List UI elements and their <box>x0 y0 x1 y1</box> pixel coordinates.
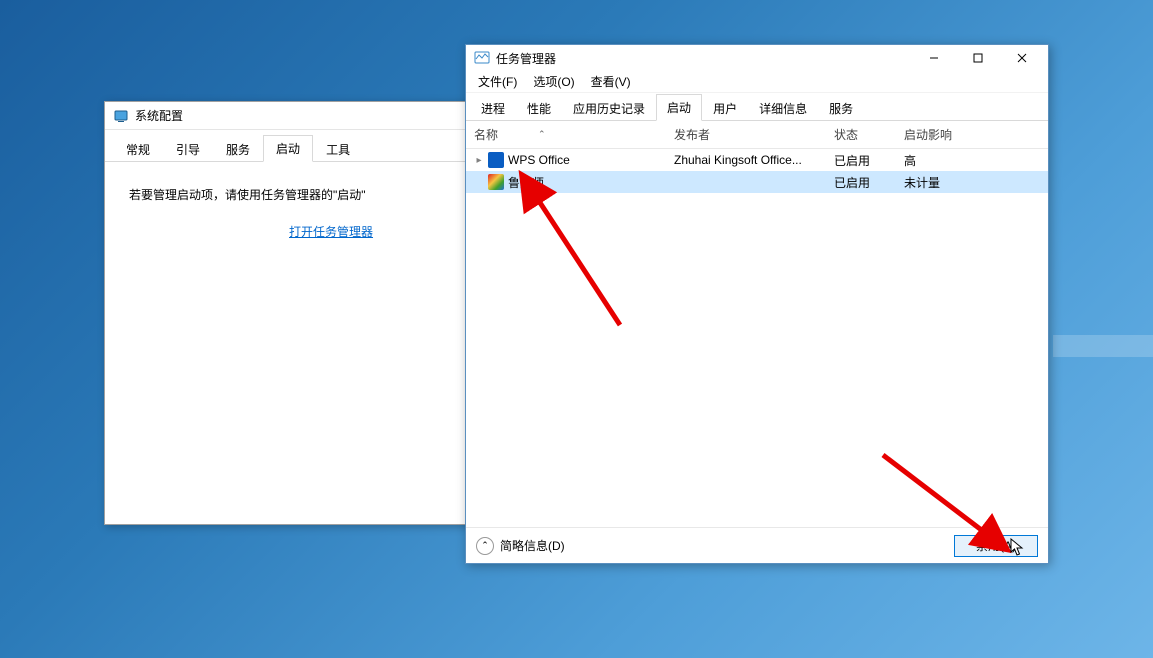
table-row[interactable]: 鲁大师 已启用 未计量 <box>466 171 1048 193</box>
col-impact[interactable]: 启动影响 <box>904 126 1048 143</box>
window-control-buttons <box>912 47 1044 69</box>
startup-grid: 名称 ⌃ 发布者 状态 启动影响 ▸ WPS Office Zhuhai Kin… <box>466 121 1048 527</box>
chevron-up-icon: ⌃ <box>476 537 494 555</box>
tab-general[interactable]: 常规 <box>113 136 163 162</box>
expand-icon[interactable]: ▸ <box>474 155 484 166</box>
cell-name: 鲁大师 <box>474 174 674 191</box>
tab-services[interactable]: 服务 <box>213 136 263 162</box>
disable-button[interactable]: 禁用(A) <box>954 535 1038 557</box>
tab-startup[interactable]: 启动 <box>263 135 313 162</box>
desktop-highlight <box>1053 335 1153 357</box>
col-publisher[interactable]: 发布者 <box>674 126 834 143</box>
syscfg-title: 系统配置 <box>135 107 183 124</box>
tab-performance[interactable]: 性能 <box>516 95 562 121</box>
tab-startup-tm[interactable]: 启动 <box>656 94 702 121</box>
menu-view[interactable]: 查看(V) <box>585 71 637 92</box>
tab-boot[interactable]: 引导 <box>163 136 213 162</box>
tm-footer: ⌃ 简略信息(D) 禁用(A) <box>466 527 1048 563</box>
maximize-button[interactable] <box>956 47 1000 69</box>
cell-impact: 未计量 <box>904 174 1048 191</box>
cell-status: 已启用 <box>834 152 904 169</box>
task-manager-icon <box>474 50 490 66</box>
sort-caret-icon: ⌃ <box>538 129 546 140</box>
tab-tools[interactable]: 工具 <box>313 136 363 162</box>
tm-tabbar: 进程 性能 应用历史记录 启动 用户 详细信息 服务 <box>466 93 1048 121</box>
task-manager-window: 任务管理器 文件(F) 选项(O) 查看(V) 进程 性能 应用历史记录 启动 … <box>465 44 1049 564</box>
tm-menubar: 文件(F) 选项(O) 查看(V) <box>466 71 1048 93</box>
syscfg-icon <box>113 108 129 124</box>
grid-header: 名称 ⌃ 发布者 状态 启动影响 <box>466 121 1048 149</box>
cell-status: 已启用 <box>834 174 904 191</box>
col-name-label: 名称 <box>474 126 498 143</box>
fewer-details-label: 简略信息(D) <box>500 537 565 554</box>
tm-title: 任务管理器 <box>496 50 912 67</box>
cell-impact: 高 <box>904 152 1048 169</box>
minimize-button[interactable] <box>912 47 956 69</box>
tm-titlebar[interactable]: 任务管理器 <box>466 45 1048 71</box>
cell-publisher: Zhuhai Kingsoft Office... <box>674 153 834 167</box>
col-name[interactable]: 名称 ⌃ <box>474 126 674 143</box>
table-row[interactable]: ▸ WPS Office Zhuhai Kingsoft Office... 已… <box>466 149 1048 171</box>
open-task-manager-link[interactable]: 打开任务管理器 <box>289 225 373 239</box>
cell-name: ▸ WPS Office <box>474 152 674 168</box>
tab-services-tm[interactable]: 服务 <box>818 95 864 121</box>
tab-processes[interactable]: 进程 <box>470 95 516 121</box>
tab-users[interactable]: 用户 <box>702 95 748 121</box>
col-status[interactable]: 状态 <box>834 126 904 143</box>
menu-file[interactable]: 文件(F) <box>472 71 523 92</box>
app-name: 鲁大师 <box>508 174 544 191</box>
menu-options[interactable]: 选项(O) <box>527 71 580 92</box>
app-icon-ludashi <box>488 174 504 190</box>
tab-app-history[interactable]: 应用历史记录 <box>562 95 656 121</box>
app-icon-wps <box>488 152 504 168</box>
app-name: WPS Office <box>508 153 570 167</box>
fewer-details-button[interactable]: ⌃ 简略信息(D) <box>476 537 565 555</box>
tab-details[interactable]: 详细信息 <box>748 95 818 121</box>
close-button[interactable] <box>1000 47 1044 69</box>
